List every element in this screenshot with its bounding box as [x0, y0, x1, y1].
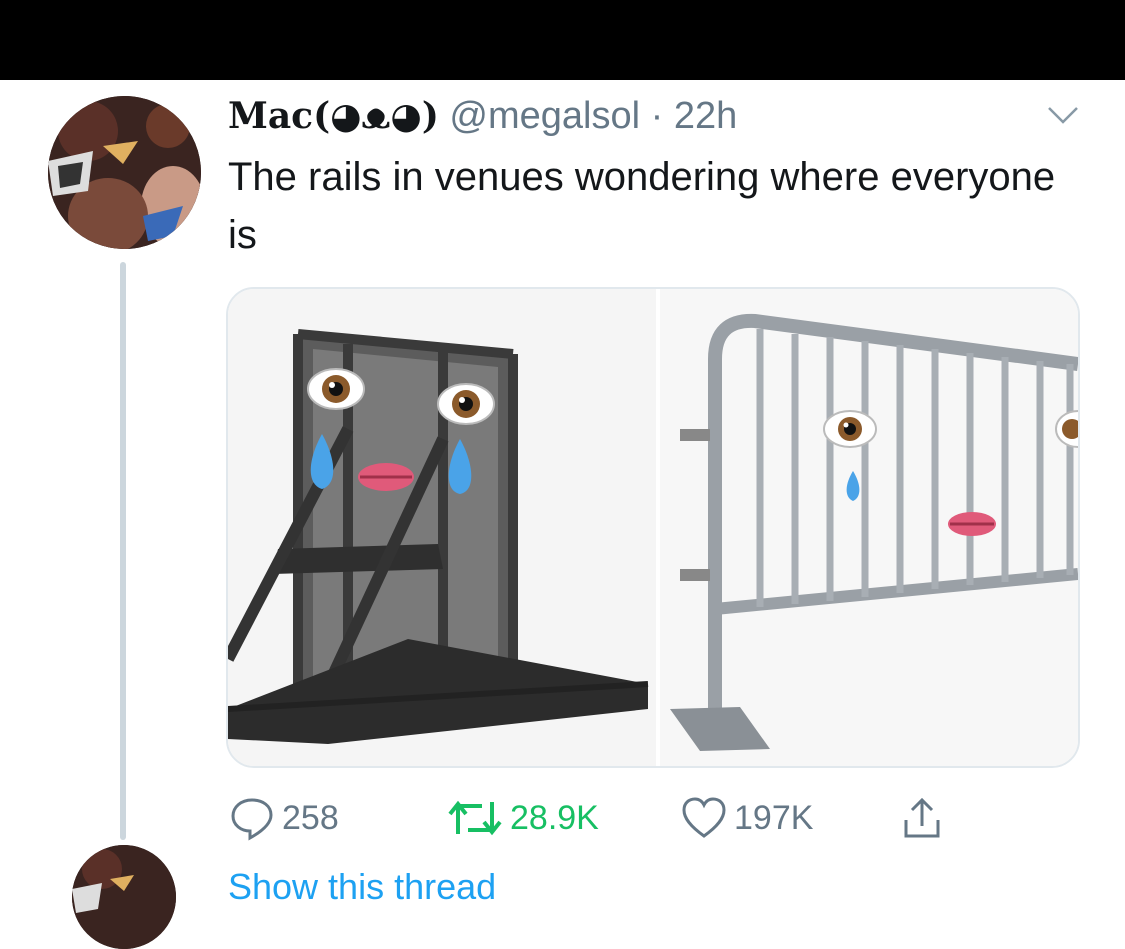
- reply-button[interactable]: 258: [228, 790, 339, 846]
- tweet-header: Mac(◕ᴥ◕) @megalsol · 22h: [228, 92, 737, 140]
- media-grid[interactable]: [226, 287, 1080, 768]
- separator-dot: ·: [640, 95, 674, 137]
- crowd-barrier-image: [228, 289, 656, 766]
- avatar[interactable]: [48, 96, 201, 249]
- chevron-down-icon[interactable]: [1046, 104, 1080, 126]
- user-handle[interactable]: @megalsol: [449, 95, 640, 137]
- avatar-photo: [48, 96, 201, 249]
- retweet-count: 28.9K: [510, 798, 599, 837]
- eye-emoji-right: [437, 383, 495, 425]
- bike-rack-barricade-image: [660, 289, 1078, 766]
- eye-emoji-left: [307, 368, 365, 410]
- retweet-icon: [448, 800, 502, 836]
- media-image-1[interactable]: [228, 289, 656, 766]
- eye-emoji: [823, 410, 877, 448]
- like-button[interactable]: 197K: [680, 790, 813, 846]
- display-name[interactable]: Mac(◕ᴥ◕): [228, 95, 439, 137]
- thread-avatar[interactable]: [72, 845, 176, 949]
- heart-icon: [682, 797, 726, 838]
- media-image-2[interactable]: [660, 289, 1078, 766]
- share-button[interactable]: [898, 790, 952, 846]
- retweet-button[interactable]: 28.9K: [446, 790, 599, 846]
- avatar-photo: [72, 845, 176, 949]
- like-count: 197K: [734, 798, 814, 837]
- tweet-actions: 258 28.9K 197K: [0, 790, 1125, 846]
- thread-connector: [120, 262, 126, 840]
- status-bar: [0, 0, 1125, 80]
- reply-icon: [231, 798, 273, 841]
- timestamp[interactable]: 22h: [674, 95, 737, 137]
- show-thread-link[interactable]: Show this thread: [228, 866, 496, 908]
- share-icon: [904, 797, 940, 838]
- tweet-text: The rails in venues wondering where ever…: [228, 155, 1056, 257]
- reply-count: 258: [282, 798, 339, 837]
